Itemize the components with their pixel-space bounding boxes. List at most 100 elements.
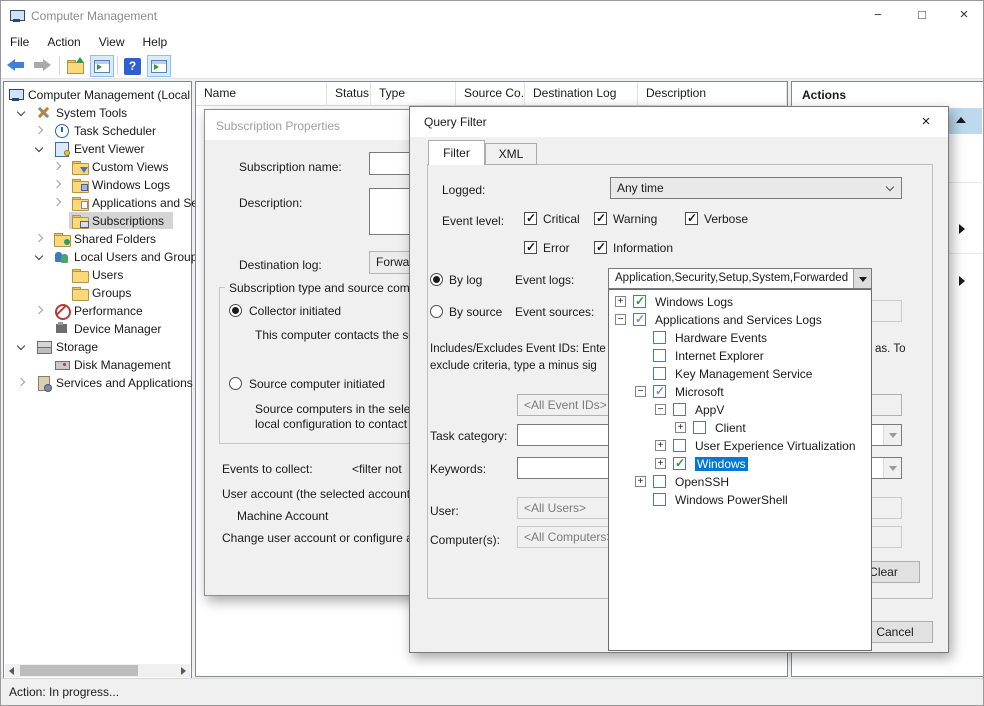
log-checkbox[interactable] bbox=[653, 349, 666, 362]
chevron-right-icon[interactable] bbox=[53, 162, 61, 170]
column-header-status[interactable]: Status bbox=[327, 82, 371, 106]
log-tree-item-microsoft[interactable]: −✓Microsoft bbox=[609, 383, 871, 401]
log-tree-item-windows-powershell[interactable]: Windows PowerShell bbox=[609, 491, 871, 509]
source-initiated-radio[interactable] bbox=[229, 377, 242, 390]
log-checkbox[interactable] bbox=[653, 475, 666, 488]
tree-item-disk-management[interactable]: Disk Management bbox=[4, 356, 191, 374]
tree-item-applications-and-se[interactable]: Applications and Se bbox=[4, 194, 191, 212]
log-tree-label[interactable]: AppV bbox=[695, 403, 724, 417]
log-tree-label[interactable]: Windows bbox=[695, 457, 748, 471]
by-log-radio[interactable] bbox=[430, 273, 443, 286]
by-source-label[interactable]: By source bbox=[449, 305, 502, 319]
tree-item-performance[interactable]: Performance bbox=[4, 302, 191, 320]
expand-node-icon[interactable]: + bbox=[655, 458, 666, 469]
tree-item-task-scheduler[interactable]: Task Scheduler bbox=[4, 122, 191, 140]
log-checkbox[interactable]: ✓ bbox=[673, 457, 686, 470]
back-button-icon[interactable] bbox=[5, 59, 27, 72]
log-checkbox[interactable] bbox=[673, 439, 686, 452]
chevron-right-icon[interactable] bbox=[53, 198, 61, 206]
expand-node-icon[interactable]: + bbox=[635, 476, 646, 487]
log-tree-item-internet-explorer[interactable]: Internet Explorer bbox=[609, 347, 871, 365]
checkbox-label-critical[interactable]: Critical bbox=[543, 212, 580, 226]
log-checkbox[interactable] bbox=[693, 421, 706, 434]
tab-xml[interactable]: XML bbox=[485, 143, 537, 165]
chevron-down-icon[interactable] bbox=[35, 144, 43, 152]
log-checkbox[interactable] bbox=[653, 493, 666, 506]
submenu-arrow-icon[interactable] bbox=[959, 224, 965, 234]
export-list-icon[interactable] bbox=[64, 55, 88, 77]
log-tree-label[interactable]: OpenSSH bbox=[675, 475, 729, 489]
show-console-tree-icon[interactable] bbox=[90, 55, 114, 77]
logged-combo[interactable]: Any time bbox=[610, 177, 902, 199]
by-log-label[interactable]: By log bbox=[449, 273, 482, 287]
log-checkbox[interactable] bbox=[673, 403, 686, 416]
chevron-down-icon[interactable] bbox=[35, 252, 43, 260]
column-header-name[interactable]: Name bbox=[196, 82, 327, 106]
collapse-node-icon[interactable]: − bbox=[635, 386, 646, 397]
column-header-description[interactable]: Description bbox=[638, 82, 787, 106]
tree-item-subscriptions[interactable]: Subscriptions bbox=[4, 212, 191, 230]
tree-item-storage[interactable]: Storage bbox=[4, 338, 191, 356]
log-tree-item-appv[interactable]: −AppV bbox=[609, 401, 871, 419]
log-tree-label[interactable]: Windows Logs bbox=[655, 295, 733, 309]
minimize-button[interactable]: − bbox=[861, 1, 895, 29]
menu-view[interactable]: View bbox=[90, 33, 134, 51]
chevron-right-icon[interactable] bbox=[17, 378, 25, 386]
log-tree-item-windows[interactable]: + ✓ Windows bbox=[609, 455, 871, 473]
expand-node-icon[interactable]: + bbox=[675, 422, 686, 433]
chevron-right-icon[interactable] bbox=[53, 180, 61, 188]
menu-help[interactable]: Help bbox=[134, 33, 177, 51]
log-tree-item-openssh[interactable]: + OpenSSH bbox=[609, 473, 871, 491]
dropdown-button[interactable] bbox=[853, 269, 871, 288]
show-action-pane-icon[interactable] bbox=[147, 55, 171, 77]
checkbox-error[interactable]: ✓ bbox=[524, 241, 537, 254]
chevron-right-icon[interactable] bbox=[35, 126, 43, 134]
log-tree-label[interactable]: Internet Explorer bbox=[675, 349, 764, 363]
tree-item-event-viewer[interactable]: Event Viewer bbox=[4, 140, 191, 158]
checkbox-label-information[interactable]: Information bbox=[613, 241, 673, 255]
log-checkbox[interactable] bbox=[653, 367, 666, 380]
chevron-right-icon[interactable] bbox=[35, 234, 43, 242]
expand-node-icon[interactable]: + bbox=[655, 440, 666, 451]
tree-horizontal-scrollbar[interactable] bbox=[5, 664, 190, 677]
collector-initiated-label[interactable]: Collector initiated bbox=[249, 304, 341, 318]
tree-item-system-tools[interactable]: System Tools bbox=[4, 104, 191, 122]
submenu-arrow-icon[interactable] bbox=[959, 276, 965, 286]
log-tree-label[interactable]: User Experience Virtualization bbox=[695, 439, 856, 453]
tree-item-computer-management-local[interactable]: Computer Management (Local bbox=[4, 86, 191, 104]
column-header-destination-log[interactable]: Destination Log bbox=[525, 82, 638, 106]
by-source-radio[interactable] bbox=[430, 305, 443, 318]
log-tree-item-hardware-events[interactable]: Hardware Events bbox=[609, 329, 871, 347]
tree-item-groups[interactable]: Groups bbox=[4, 284, 191, 302]
log-checkbox[interactable]: ✓ bbox=[653, 385, 666, 398]
dropdown-button[interactable] bbox=[883, 425, 901, 445]
checkbox-information[interactable]: ✓ bbox=[594, 241, 607, 254]
checkbox-critical[interactable]: ✓ bbox=[524, 212, 537, 225]
menu-action[interactable]: Action bbox=[38, 33, 89, 51]
log-tree-label[interactable]: Key Management Service bbox=[675, 367, 812, 381]
expand-node-icon[interactable]: + bbox=[615, 296, 626, 307]
chevron-down-icon[interactable] bbox=[17, 108, 25, 116]
help-icon[interactable]: ? bbox=[121, 55, 145, 77]
source-initiated-label[interactable]: Source computer initiated bbox=[249, 377, 385, 391]
tree-item-custom-views[interactable]: Custom Views bbox=[4, 158, 191, 176]
tree-item-local-users-and-groups[interactable]: Local Users and Groups bbox=[4, 248, 191, 266]
tree-item-device-manager[interactable]: Device Manager bbox=[4, 320, 191, 338]
log-tree-item-client[interactable]: + Client bbox=[609, 419, 871, 437]
log-tree-label[interactable]: Client bbox=[715, 421, 746, 435]
checkbox-label-error[interactable]: Error bbox=[543, 241, 570, 255]
maximize-button[interactable]: □ bbox=[905, 1, 939, 29]
dropdown-button[interactable] bbox=[883, 458, 901, 478]
log-tree-item-windows-logs[interactable]: +✓Windows Logs bbox=[609, 293, 871, 311]
tree-item-services-and-applications[interactable]: Services and Applications bbox=[4, 374, 191, 392]
log-tree-item-key-management-service[interactable]: Key Management Service bbox=[609, 365, 871, 383]
checkbox-label-verbose[interactable]: Verbose bbox=[704, 212, 748, 226]
log-tree-item-applications-and-services-logs[interactable]: −✓Applications and Services Logs bbox=[609, 311, 871, 329]
log-checkbox[interactable] bbox=[653, 331, 666, 344]
tab-filter[interactable]: Filter bbox=[428, 140, 485, 165]
collapse-node-icon[interactable]: − bbox=[615, 314, 626, 325]
log-tree-item-user-experience-virtualization[interactable]: + User Experience Virtualization bbox=[609, 437, 871, 455]
tree-item-shared-folders[interactable]: Shared Folders bbox=[4, 230, 191, 248]
log-tree-label[interactable]: Hardware Events bbox=[675, 331, 767, 345]
log-tree-label[interactable]: Applications and Services Logs bbox=[655, 313, 822, 327]
